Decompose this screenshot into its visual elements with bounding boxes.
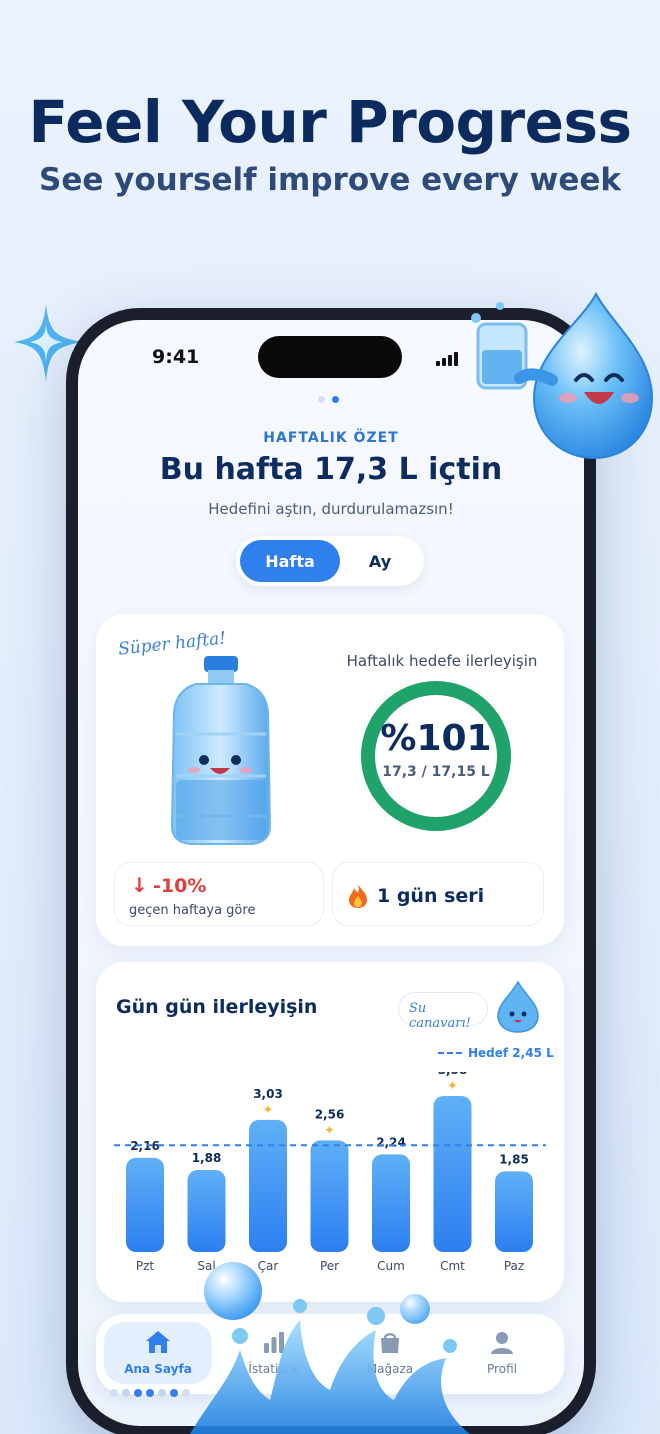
profile-icon [491,1332,513,1354]
daily-chart-title: Gün gün ilerleyişin [116,996,318,1018]
category-label: Pzt [136,1259,155,1273]
bar-Pzt [126,1157,164,1252]
streak-box: 1 gün seri [332,862,544,926]
goal-legend-line [438,1052,462,1054]
goal-legend-label: Hedef 2,45 L [468,1046,554,1060]
page-dot [318,396,325,403]
down-arrow-icon: ↓ [131,873,148,897]
mascot-label: Su canavarı! [409,1001,471,1031]
period-toggle: Hafta Ay [236,536,424,586]
bar-value-label: 1,88 [192,1151,222,1165]
bar-value-label: 2,24 [376,1135,406,1149]
water-bubble [400,1294,430,1324]
summary-description: Hedefini aştın, durdurulamazsın! [208,500,454,518]
water-drop-mascot-icon [471,291,654,460]
page-dot-active [332,396,339,403]
bar-value-label: 3,58 [438,1072,468,1077]
bar-Sal [187,1170,226,1252]
weekly-change-caption: geçen haftaya göre [129,903,256,918]
dynamic-island [258,336,402,378]
water-bubble [204,1262,262,1320]
super-week-label: Süper hafta! [117,628,227,660]
water-jug-icon [170,656,272,845]
progress-detail: 17,3 / 17,15 L [382,764,490,780]
water-drop-mascot-icon [497,980,539,1033]
bar-Cum [372,1154,410,1252]
home-icon [146,1331,170,1353]
page-indicator [318,396,348,406]
tab-week[interactable]: Hafta [240,540,340,582]
sparkle-icon: ✦ [263,1103,274,1118]
weekly-change-box: ↓ -10% geçen haftaya göre [114,862,324,926]
promo-subheadline: See yourself improve every week [39,162,621,198]
bar-value-label: 2,16 [130,1139,160,1153]
category-label: Paz [504,1259,524,1273]
flame-icon [349,884,367,908]
bar-value-label: 2,56 [315,1107,345,1121]
bar-Per [310,1140,349,1252]
tab-month[interactable]: Ay [340,540,420,582]
sparkle-icon: ✦ [447,1079,458,1094]
promo-headline: Feel Your Progress [28,88,632,156]
bar-Çar [249,1119,287,1252]
progress-label: Haftalık hedefe ilerleyişin [346,652,538,670]
bar-value-label: 1,85 [499,1152,529,1166]
mascot-speech-bubble: Su canavarı! [398,992,488,1031]
status-time: 9:41 [152,346,200,368]
progress-percent: %101 [380,718,492,759]
weekly-progress-card: Süper hafta! Haftalık hedefe ilerleyişin [96,614,564,946]
weekly-change-value: -10% [153,875,207,897]
streak-label: 1 gün seri [377,885,485,907]
bar-Cmt [433,1095,472,1252]
bar-value-label: 3,03 [253,1087,283,1101]
bar-Paz [495,1171,533,1252]
sparkle-icon: ✦ [324,1123,335,1138]
